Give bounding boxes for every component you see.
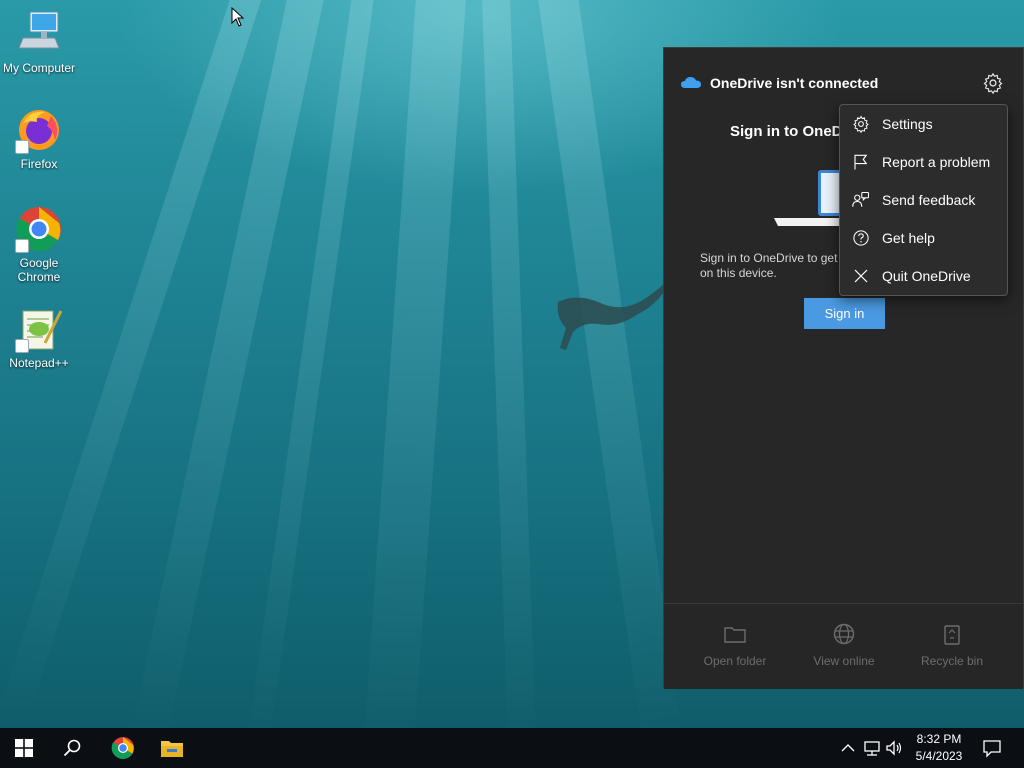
taskbar-clock[interactable]: 8:32 PM 5/4/2023 (908, 731, 970, 765)
menu-item-get-help[interactable]: Get help (840, 219, 1007, 257)
onedrive-cloud-icon (681, 77, 701, 88)
shortcut-arrow-icon (15, 339, 29, 353)
clock-date: 5/4/2023 (915, 749, 963, 763)
signin-heading: Sign in to OneD (730, 123, 843, 140)
taskbar-file-explorer[interactable] (148, 728, 196, 768)
onedrive-status-title: OneDrive isn't connected (710, 75, 879, 91)
recycle-bin-label: Recycle bin (920, 654, 984, 668)
desktop-icon-firefox[interactable]: Firefox (2, 106, 76, 171)
start-button[interactable] (0, 728, 48, 768)
volume-icon[interactable] (884, 738, 904, 758)
windows-logo-icon (15, 739, 33, 757)
desktop-icon-label: My Computer (2, 61, 76, 75)
signin-description: Sign in to OneDrive to get on this devic… (700, 251, 838, 280)
menu-item-label: Send feedback (882, 192, 976, 208)
onedrive-footer: Open folder View online Recycle bin (664, 603, 1023, 689)
network-icon[interactable] (862, 738, 882, 758)
close-icon (854, 269, 868, 283)
flag-icon (854, 154, 868, 170)
search-button[interactable] (48, 728, 96, 768)
menu-item-label: Quit OneDrive (882, 268, 971, 284)
computer-icon (15, 10, 63, 58)
notification-icon[interactable] (982, 738, 1002, 758)
onedrive-settings-menu: Settings Report a problem Send feedback … (839, 104, 1008, 296)
desktop-icon-label: Google Chrome (17, 256, 61, 284)
folder-icon (724, 627, 746, 643)
taskbar-chrome[interactable] (99, 728, 147, 768)
view-online-label: View online (813, 654, 875, 668)
clock-time: 8:32 PM (916, 732, 962, 746)
chevron-up-icon[interactable] (838, 738, 858, 758)
gear-icon (853, 115, 869, 133)
notepadpp-icon (15, 305, 63, 353)
menu-item-label: Settings (882, 116, 933, 132)
mouse-cursor-icon (231, 7, 245, 27)
recycle-bin-icon (944, 625, 960, 645)
firefox-icon (15, 106, 63, 154)
desktop-icon-label: Notepad++ (9, 356, 69, 370)
signin-button[interactable]: Sign in (804, 298, 885, 329)
recycle-bin-button[interactable]: Recycle bin (902, 622, 1002, 668)
menu-item-send-feedback[interactable]: Send feedback (840, 181, 1007, 219)
menu-item-quit-onedrive[interactable]: Quit OneDrive (840, 257, 1007, 295)
taskbar: 8:32 PM 5/4/2023 (0, 728, 1024, 768)
shortcut-arrow-icon (15, 140, 29, 154)
desktop-icon-label: Firefox (20, 157, 58, 171)
desktop-icon-notepadpp[interactable]: Notepad++ (2, 305, 76, 370)
desktop-icon-my-computer[interactable]: My Computer (2, 10, 76, 75)
feedback-icon (852, 191, 870, 207)
menu-item-report-problem[interactable]: Report a problem (840, 143, 1007, 181)
swimmer-silhouette (557, 282, 666, 350)
search-icon (63, 739, 81, 757)
menu-item-label: Get help (882, 230, 935, 246)
help-icon (853, 230, 869, 246)
gear-icon[interactable] (982, 72, 1004, 94)
menu-item-settings[interactable]: Settings (840, 105, 1007, 143)
chrome-icon (15, 205, 63, 253)
globe-icon (833, 623, 855, 645)
open-folder-label: Open folder (703, 654, 767, 668)
menu-item-label: Report a problem (882, 154, 991, 170)
view-online-button[interactable]: View online (794, 622, 894, 668)
chrome-icon (111, 737, 134, 759)
shortcut-arrow-icon (15, 239, 29, 253)
desktop-icon-google-chrome[interactable]: Google Chrome (2, 205, 76, 284)
file-explorer-icon (161, 741, 183, 757)
open-folder-button[interactable]: Open folder (685, 622, 785, 668)
